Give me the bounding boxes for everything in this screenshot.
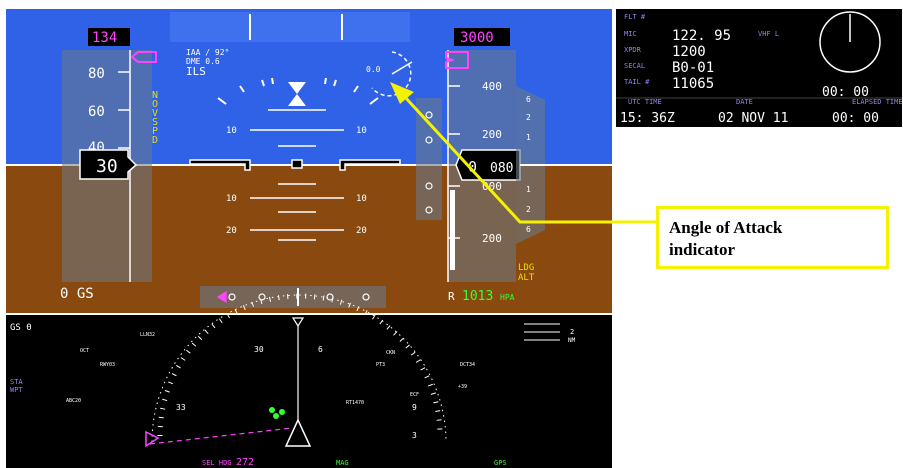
mic-radio: VHF L xyxy=(758,30,779,38)
speed-tick-label: 60 xyxy=(88,104,105,120)
flt-label: FLT # xyxy=(624,13,646,21)
data-panel: FLT # MIC 122. 95 VHF L XPDR 1200 SECAL … xyxy=(616,9,903,127)
vsi-tick-label: 6 xyxy=(526,95,531,104)
ldg-alt-label-2: ALT xyxy=(518,273,535,283)
altitude-tick-label: 400 xyxy=(482,80,502,93)
baro-unit: HPA xyxy=(500,293,515,302)
gps-label: GPS xyxy=(494,459,507,467)
pitch-label: 10 xyxy=(226,194,237,204)
range-value: 2 xyxy=(570,328,574,336)
altitude-tick-label: 200 xyxy=(482,128,502,141)
waypoint: +39 xyxy=(458,384,467,390)
callout-box: Angle of Attack indicator xyxy=(656,206,889,269)
selcal-value: B0-01 xyxy=(672,60,714,76)
baro-prefix: R xyxy=(448,290,455,303)
ground-speed: 0 GS xyxy=(60,286,94,302)
sta-label: STA xyxy=(10,378,23,386)
date-value: 02 NOV 11 xyxy=(718,111,788,126)
vsi-tick-label: 2 xyxy=(526,113,531,122)
utc-label: UTC TIME xyxy=(628,98,662,106)
screen: 80 60 40 134 30 NO VS PD 0 GS IAA / 92° … xyxy=(0,0,903,468)
waypoint: CKN xyxy=(386,350,395,356)
selcal-label: SECAL xyxy=(624,62,645,70)
pitch-label: 10 xyxy=(226,126,237,136)
waypoint: DCT34 xyxy=(460,362,475,368)
no-vspd-flag: NO VS PD xyxy=(152,90,158,146)
waypoint: RWY03 xyxy=(100,362,115,368)
mic-label: MIC xyxy=(624,30,637,38)
selected-altitude: 3000 xyxy=(460,30,494,46)
utc-value: 15: 36Z xyxy=(620,111,675,126)
elapsed-value: 00: 00 xyxy=(832,111,879,126)
nd-ground-speed: GS 0 xyxy=(10,323,32,333)
sel-hdg-label: SEL HDG xyxy=(202,459,232,467)
pitch-label: 10 xyxy=(356,126,367,136)
xpdr-label: XPDR xyxy=(624,46,642,54)
mag-label: MAG xyxy=(336,459,349,467)
callout-line-1: Angle of Attack xyxy=(669,218,783,237)
navigation-display: GS 0 STA WPT 2 NM 30 6 33 9 3 LLN32 OCT … xyxy=(6,293,612,468)
speed-tick-label: 80 xyxy=(88,66,105,82)
compass-label: 9 xyxy=(412,403,417,412)
current-altitude-rolling: 080 xyxy=(490,161,513,176)
altitude-tick-label: 200 xyxy=(482,232,502,245)
waypoint: LLN32 xyxy=(140,332,155,338)
vsi-tick-label: 6 xyxy=(526,225,531,234)
callout-line-2: indicator xyxy=(669,240,736,259)
compass-label: 6 xyxy=(318,345,323,354)
ldg-alt-label-1: LDG xyxy=(518,263,534,273)
aoa-value: 0.0 xyxy=(366,65,381,74)
primary-flight-display: 80 60 40 134 30 NO VS PD 0 GS IAA / 92° … xyxy=(6,9,612,313)
elapsed-label: ELAPSED TIME xyxy=(852,98,903,106)
svg-text:D: D xyxy=(152,135,158,146)
vsi-tick-label: 2 xyxy=(526,205,531,214)
range-unit: NM xyxy=(568,337,576,344)
baro-value: 1013 xyxy=(462,289,493,304)
wpt-label: WPT xyxy=(10,386,23,394)
compass-label: 3 xyxy=(412,431,417,440)
pitch-label: 10 xyxy=(356,194,367,204)
waypoint: OCT xyxy=(80,348,89,354)
vsi-tick-label: 1 xyxy=(526,133,531,142)
pitch-label: 20 xyxy=(356,226,367,236)
compass-label: 30 xyxy=(254,345,264,354)
date-label: DATE xyxy=(736,98,753,106)
nav-line-3: ILS xyxy=(186,65,206,78)
waypoint: RT1470 xyxy=(346,400,364,406)
vsi-tick-label: 1 xyxy=(526,185,531,194)
compass-label: 33 xyxy=(176,403,186,412)
waypoint: ECF xyxy=(410,392,419,398)
sel-hdg-value: 272 xyxy=(236,457,254,468)
waypoint: PT3 xyxy=(376,362,385,368)
pitch-label: 20 xyxy=(226,226,237,236)
waypoint: ABC20 xyxy=(66,398,81,404)
tail-value: 11065 xyxy=(672,76,714,92)
roll-scale-band xyxy=(170,12,410,42)
mic-value: 122. 95 xyxy=(672,28,731,44)
nav-line-1: IAA / 92° xyxy=(186,48,229,57)
tail-label: TAIL # xyxy=(624,78,650,86)
current-speed: 30 xyxy=(96,156,118,177)
xpdr-value: 1200 xyxy=(672,44,706,60)
selected-speed: 134 xyxy=(92,30,117,46)
